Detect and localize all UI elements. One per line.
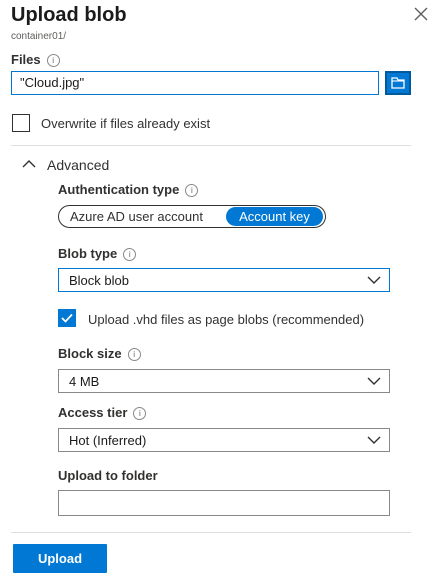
checkmark-icon (61, 313, 73, 323)
auth-type-label: Authentication type i (58, 182, 199, 198)
access-tier-select[interactable]: Hot (Inferred) (58, 428, 390, 452)
chevron-down-icon (367, 436, 381, 444)
advanced-toggle[interactable]: Advanced (47, 157, 109, 173)
files-label: Files i (11, 52, 60, 68)
divider (11, 532, 411, 533)
info-icon[interactable]: i (185, 184, 199, 198)
chevron-down-icon (367, 276, 381, 284)
info-icon[interactable]: i (133, 407, 147, 421)
access-tier-label: Access tier i (58, 405, 147, 421)
info-icon[interactable]: i (127, 348, 141, 362)
close-icon[interactable] (413, 6, 429, 22)
blob-type-value: Block blob (69, 273, 129, 288)
folder-icon (391, 77, 405, 89)
blob-type-select[interactable]: Block blob (58, 268, 390, 292)
upload-button[interactable]: Upload (13, 544, 107, 573)
blob-type-label: Blob type i (58, 246, 137, 262)
info-icon[interactable]: i (46, 54, 60, 68)
block-size-value: 4 MB (69, 374, 100, 389)
chevron-up-icon[interactable] (22, 159, 36, 169)
upload-folder-input[interactable] (58, 490, 390, 516)
upload-folder-label: Upload to folder (58, 468, 158, 483)
info-icon[interactable]: i (123, 248, 137, 262)
divider (11, 145, 411, 146)
upload-vhd-label: Upload .vhd files as page blobs (recomme… (88, 312, 365, 327)
auth-type-toggle: Azure AD user account Account key (58, 205, 326, 228)
files-input[interactable]: "Cloud.jpg" (11, 71, 379, 95)
chevron-down-icon (367, 377, 381, 385)
panel-subtitle: container01/ (11, 31, 67, 42)
panel-title: Upload blob (11, 4, 127, 26)
overwrite-label: Overwrite if files already exist (41, 116, 211, 131)
block-size-label: Block size i (58, 346, 141, 362)
upload-vhd-checkbox[interactable] (58, 309, 76, 327)
access-tier-value: Hot (Inferred) (69, 433, 147, 448)
block-size-select[interactable]: 4 MB (58, 369, 390, 393)
browse-files-button[interactable] (385, 71, 411, 95)
overwrite-checkbox[interactable] (12, 114, 30, 132)
auth-option-account-key[interactable]: Account key (226, 207, 323, 226)
auth-option-azure-ad[interactable]: Azure AD user account (70, 207, 203, 226)
